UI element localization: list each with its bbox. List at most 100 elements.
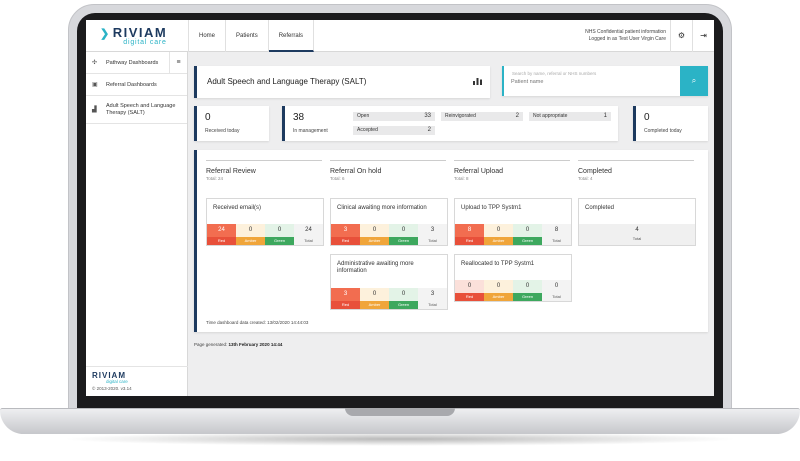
sidebar-item-label: Pathway Dashboards: [106, 59, 159, 66]
column-title: Referral Upload: [454, 168, 504, 175]
cell-total[interactable]: 3 Total: [418, 288, 447, 309]
rag-cells: 0 Red 0 Amber 0 Green 0 Total: [455, 280, 571, 301]
reinvigorated-value: 2: [515, 113, 519, 119]
riviam-logo[interactable]: ❯ RIVIAM digital care: [100, 25, 190, 46]
card-completed[interactable]: Completed 4 Total: [578, 198, 696, 246]
card-title: Administrative awaiting more information: [337, 261, 414, 274]
referral-board: Referral Review Total: 24 Referral On ho…: [194, 150, 708, 332]
cell-total[interactable]: 0 Total: [542, 280, 571, 301]
completed-today-label: Completed today: [644, 128, 682, 134]
logo-mark-icon: ❯: [100, 28, 111, 40]
app-screen: ❯ RIVIAM digital care Home Patients Refer…: [86, 20, 714, 396]
cell-total[interactable]: 3 Total: [418, 224, 447, 245]
patient-search: Search by name, referral or NHS numbers …: [502, 66, 708, 96]
cell-red[interactable]: 24 Red: [207, 224, 236, 245]
cell-red[interactable]: 3 Red: [331, 224, 360, 245]
card-title: Clinical awaiting more information: [337, 205, 427, 211]
laptop-mockup: ❯ RIVIAM digital care Home Patients Refer…: [0, 0, 800, 461]
card-clinical-awaiting[interactable]: Clinical awaiting more information 3 Red …: [330, 198, 448, 246]
in-management-card: 38 In management Open 33 Accepted 2 Rein…: [282, 106, 618, 141]
logo-subtitle: digital care: [123, 39, 167, 46]
in-management-value: 38: [293, 112, 305, 123]
briefcase-icon: ▣: [92, 82, 98, 88]
not-appropriate-label: Not appropriate: [533, 113, 568, 119]
pathway-icon: ✣: [92, 60, 98, 66]
logged-in-user: Logged in as Test User Virgin Care: [588, 36, 666, 42]
laptop-shadow: [60, 432, 740, 446]
cell-green[interactable]: 0 Green: [513, 224, 542, 245]
sidebar-item-pathway-dashboards[interactable]: ✣ Pathway Dashboards ≡: [86, 52, 187, 74]
user-info: NHS Confidential patient information Log…: [585, 29, 666, 43]
cell-red[interactable]: 8 Red: [455, 224, 484, 245]
completed-today-value: 0: [644, 112, 650, 123]
card-reallocated-tpp[interactable]: Reallocated to TPP Systm1 0 Red 0 Amber 0G…: [454, 254, 572, 302]
cell-amber[interactable]: 0 Amber: [360, 288, 389, 309]
footer-logo-subtitle: digital care: [106, 379, 128, 384]
gear-icon[interactable]: ⚙: [670, 20, 692, 52]
logout-icon[interactable]: ⇥: [692, 20, 714, 52]
bar-chart-icon[interactable]: [473, 77, 482, 85]
rag-cells: 8 Red 0 Amber 0 Green 8 Total: [455, 224, 571, 245]
footer-version: © 2013-2020. v3.14: [92, 386, 132, 391]
not-appropriate-count[interactable]: Not appropriate 1: [529, 112, 611, 121]
open-value: 33: [424, 113, 431, 119]
received-today-card: 0 Received today: [194, 106, 269, 141]
data-created-timestamp: Time dashboard data created: 13/02/2020 …: [206, 320, 309, 325]
column-total: Total: 24: [206, 176, 224, 181]
cell-green[interactable]: 0 Green: [389, 224, 418, 245]
cell-amber[interactable]: 0 Amber: [484, 280, 513, 301]
cell-amber[interactable]: 0 Amber: [360, 224, 389, 245]
page-title-card: Adult Speech and Language Therapy (SALT): [194, 66, 490, 98]
card-title: Upload to TPP Systm1: [461, 205, 522, 211]
cell-red[interactable]: 3 Red: [331, 288, 360, 309]
sidebar-item-referral-dashboards[interactable]: ▣ Referral Dashboards: [86, 74, 187, 96]
column-title: Completed: [578, 168, 612, 175]
cell-red[interactable]: 0 Red: [455, 280, 484, 301]
cell-green[interactable]: 0 Green: [389, 288, 418, 309]
page-generated-label: Page generated:: [194, 342, 228, 347]
confidential-notice: NHS Confidential patient information: [585, 29, 666, 35]
nav-home[interactable]: Home: [189, 20, 227, 52]
laptop-notch: [345, 408, 455, 416]
accepted-label: Accepted: [357, 127, 378, 133]
rag-cells: 3 Red 0 Amber 0 Green 3 Total: [331, 224, 447, 245]
menu-icon[interactable]: ≡: [169, 52, 187, 74]
column-title: Referral On hold: [330, 168, 382, 175]
card-upload-tpp[interactable]: Upload to TPP Systm1 8 Red 0 Amber 0 Green …: [454, 198, 572, 246]
reinvigorated-count[interactable]: Reinvigorated 2: [441, 112, 523, 121]
cell-green[interactable]: 0 Green: [265, 224, 294, 245]
search-icon[interactable]: ⌕: [680, 66, 708, 96]
cell-total[interactable]: 4 Total: [579, 224, 695, 245]
search-hint: Search by name, referral or NHS numbers: [512, 71, 597, 76]
reinvigorated-label: Reinvigorated: [445, 113, 476, 119]
cell-total[interactable]: 24 Total: [294, 224, 323, 245]
sidebar-item-salt[interactable]: ▟ Adult Speech and Language Therapy (SAL…: [86, 96, 187, 124]
accepted-value: 2: [427, 127, 431, 133]
chart-icon: ▟: [92, 107, 97, 113]
column-total: Total: 4: [578, 176, 593, 181]
cell-amber[interactable]: 0 Amber: [484, 224, 513, 245]
open-label: Open: [357, 113, 370, 119]
cell-amber[interactable]: 0 Amber: [236, 224, 265, 245]
cell-total[interactable]: 8 Total: [542, 224, 571, 245]
card-title: Reallocated to TPP Systm1: [461, 261, 535, 267]
sidebar-item-label: Referral Dashboards: [106, 81, 157, 88]
search-input[interactable]: [511, 79, 671, 85]
completed-total-value: 4: [635, 227, 639, 233]
card-received-emails[interactable]: Received email(s) 24 Red 0 Amber 0 Green 24…: [206, 198, 324, 246]
cell-green[interactable]: 0 Green: [513, 280, 542, 301]
nav-patients[interactable]: Patients: [226, 20, 269, 52]
rag-cells: 3 Red 0 Amber 0 Green 3 Total: [331, 288, 447, 309]
rag-cells: 24 Red 0 Amber 0 Green 24 Total: [207, 224, 323, 245]
column-total: Total: 6: [330, 176, 345, 181]
nav-referrals[interactable]: Referrals: [268, 20, 315, 52]
page-title: Adult Speech and Language Therapy (SALT): [207, 77, 367, 86]
sidebar: ✣ Pathway Dashboards ≡ ▣ Referral Dashbo…: [86, 52, 188, 396]
card-administrative-awaiting[interactable]: Administrative awaiting more information…: [330, 254, 448, 310]
accepted-count[interactable]: Accepted 2: [353, 126, 435, 135]
column-referral-on-hold: Referral On hold Total: 6: [330, 160, 446, 181]
main-nav: Home Patients Referrals: [188, 20, 315, 52]
column-referral-review: Referral Review Total: 24: [206, 160, 322, 181]
received-today-value: 0: [205, 112, 211, 123]
open-count[interactable]: Open 33: [353, 112, 435, 121]
